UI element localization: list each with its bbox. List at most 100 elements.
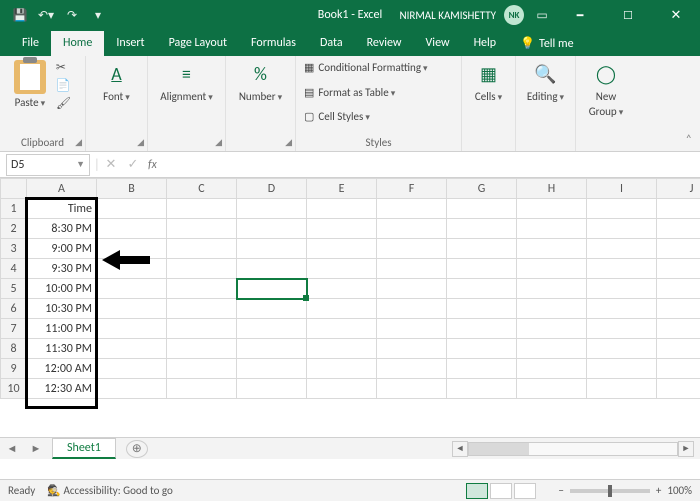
cell[interactable] <box>447 359 517 379</box>
cell[interactable] <box>587 299 657 319</box>
cell[interactable] <box>517 339 587 359</box>
cell[interactable] <box>657 239 700 259</box>
clipboard-launcher-icon[interactable]: ◢ <box>75 137 82 148</box>
tab-insert[interactable]: Insert <box>104 31 156 56</box>
zoom-in-button[interactable]: + <box>656 484 661 497</box>
cell[interactable] <box>377 319 447 339</box>
add-sheet-button[interactable]: ⊕ <box>126 440 148 458</box>
row-header[interactable]: 2 <box>1 219 27 239</box>
cell[interactable] <box>377 219 447 239</box>
user-avatar[interactable]: NK <box>504 5 524 25</box>
col-header[interactable]: A <box>27 179 97 199</box>
cell[interactable] <box>237 259 307 279</box>
cell[interactable] <box>307 339 377 359</box>
new-group[interactable]: ◯NewGroup <box>589 60 624 118</box>
col-header[interactable]: F <box>377 179 447 199</box>
cell[interactable] <box>167 379 237 399</box>
tab-review[interactable]: Review <box>355 31 414 56</box>
col-header[interactable]: H <box>517 179 587 199</box>
tab-data[interactable]: Data <box>308 31 355 56</box>
cell[interactable] <box>377 299 447 319</box>
col-header[interactable]: D <box>237 179 307 199</box>
cell[interactable] <box>307 359 377 379</box>
alignment-launcher-icon[interactable]: ◢ <box>215 137 222 148</box>
cell[interactable] <box>517 219 587 239</box>
row-header[interactable]: 8 <box>1 339 27 359</box>
cell[interactable] <box>97 239 167 259</box>
cell[interactable] <box>167 259 237 279</box>
tab-view[interactable]: View <box>414 31 462 56</box>
close-button[interactable] <box>656 0 696 30</box>
cell[interactable] <box>587 199 657 219</box>
cell[interactable] <box>167 299 237 319</box>
cell[interactable] <box>97 279 167 299</box>
view-normal-button[interactable] <box>466 483 488 499</box>
tab-formulas[interactable]: Formulas <box>239 31 308 56</box>
format-painter-icon[interactable]: 🖌 <box>56 96 71 111</box>
cell[interactable] <box>237 219 307 239</box>
cell[interactable] <box>377 379 447 399</box>
row-header[interactable]: 9 <box>1 359 27 379</box>
sheet-nav-next-icon[interactable]: ► <box>24 442 48 455</box>
cell[interactable] <box>587 259 657 279</box>
cell[interactable] <box>237 379 307 399</box>
cell[interactable]: 12:00 AM <box>27 359 97 379</box>
cell[interactable] <box>307 299 377 319</box>
cell[interactable] <box>657 299 700 319</box>
cell[interactable] <box>587 359 657 379</box>
hscroll-track[interactable] <box>468 442 678 456</box>
undo-icon[interactable]: ↶▾ <box>36 5 56 25</box>
paste-button[interactable]: Paste <box>14 60 46 109</box>
cell[interactable] <box>447 219 517 239</box>
cell[interactable]: 9:00 PM <box>27 239 97 259</box>
cell[interactable] <box>657 379 700 399</box>
cell[interactable] <box>517 239 587 259</box>
worksheet-grid[interactable]: A B C D E F G H I J 1Time 28:30 PM 39:00… <box>0 178 700 459</box>
cell[interactable] <box>237 339 307 359</box>
cell[interactable] <box>307 219 377 239</box>
cell[interactable] <box>237 299 307 319</box>
cell[interactable] <box>517 359 587 379</box>
hscroll-thumb[interactable] <box>469 443 529 455</box>
cell[interactable] <box>587 319 657 339</box>
cell[interactable] <box>587 379 657 399</box>
cell[interactable] <box>517 319 587 339</box>
cell[interactable]: 8:30 PM <box>27 219 97 239</box>
cell[interactable] <box>657 359 700 379</box>
zoom-level[interactable]: 100% <box>667 484 692 497</box>
tab-help[interactable]: Help <box>462 31 509 56</box>
cell[interactable] <box>657 199 700 219</box>
cell[interactable] <box>587 279 657 299</box>
redo-icon[interactable]: ↷ <box>62 5 82 25</box>
collapse-ribbon-icon[interactable]: ˄ <box>686 133 692 147</box>
cells-group[interactable]: ▦Cells <box>475 60 503 103</box>
cell[interactable] <box>447 339 517 359</box>
save-icon[interactable]: 💾 <box>10 5 30 25</box>
cell[interactable] <box>167 239 237 259</box>
formula-input[interactable] <box>157 154 700 176</box>
cut-icon[interactable]: ✂ <box>56 60 71 75</box>
sheet-nav-prev-icon[interactable]: ◄ <box>0 442 24 455</box>
zoom-out-button[interactable]: − <box>558 484 563 497</box>
cell[interactable] <box>237 239 307 259</box>
number-group[interactable]: %Number <box>239 60 282 103</box>
cell[interactable]: 9:30 PM <box>27 259 97 279</box>
cell[interactable] <box>97 199 167 219</box>
cell[interactable] <box>97 339 167 359</box>
select-all-corner[interactable] <box>1 179 27 199</box>
cell[interactable] <box>307 319 377 339</box>
cell[interactable] <box>377 239 447 259</box>
cell[interactable] <box>167 219 237 239</box>
name-box[interactable]: D5▼ <box>6 154 90 176</box>
ribbon-options-icon[interactable]: ▭ <box>532 5 552 25</box>
cell[interactable] <box>97 359 167 379</box>
font-launcher-icon[interactable]: ◢ <box>137 137 144 148</box>
cell[interactable] <box>447 379 517 399</box>
cell[interactable] <box>307 239 377 259</box>
hscroll-right-icon[interactable]: ► <box>678 441 694 457</box>
cell[interactable] <box>237 199 307 219</box>
cell[interactable]: 11:30 PM <box>27 339 97 359</box>
zoom-slider[interactable] <box>570 489 650 493</box>
cell[interactable]: 11:00 PM <box>27 319 97 339</box>
row-header[interactable]: 6 <box>1 299 27 319</box>
